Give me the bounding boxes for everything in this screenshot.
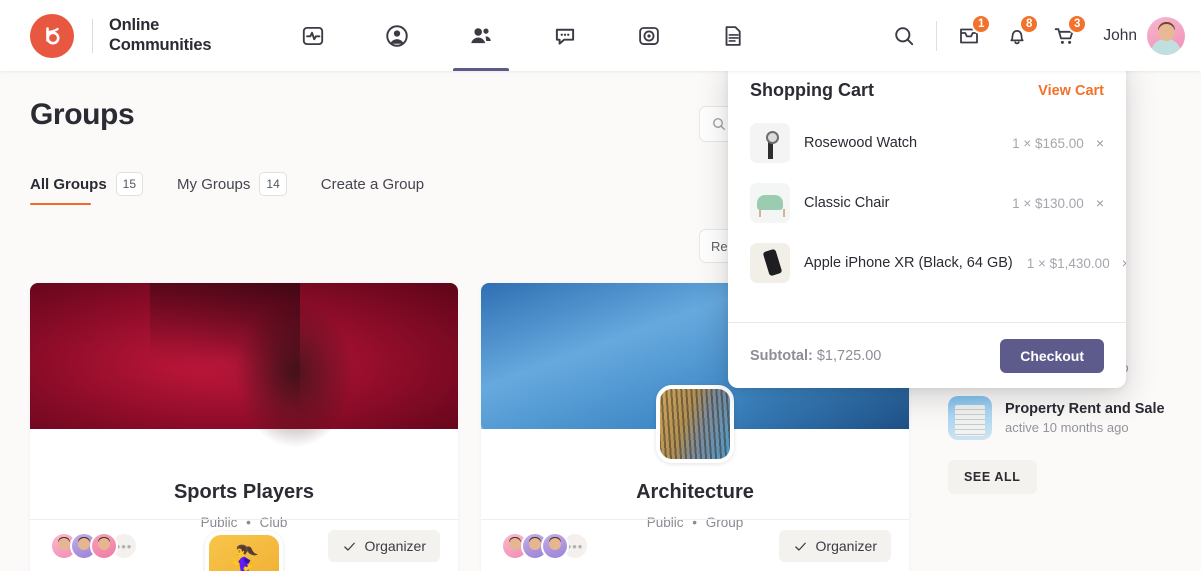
tab-create-a-group[interactable]: Create a Group: [321, 176, 424, 202]
cart-item[interactable]: Rosewood Watch 1 × $165.00 ×: [728, 113, 1126, 173]
organizer-button[interactable]: Organizer: [327, 530, 440, 562]
page-title: Groups: [30, 98, 135, 131]
cart-subtotal: Subtotal: $1,725.00: [750, 348, 881, 364]
brand-logo-icon: [30, 13, 74, 58]
cart-item[interactable]: Apple iPhone XR (Black, 64 GB) 1 × $1,43…: [728, 233, 1126, 293]
cart-item-qty-price: 1 × $165.00: [1012, 135, 1084, 151]
cart-item-name: Classic Chair: [804, 195, 890, 211]
brand-title-line1: Online: [109, 16, 160, 35]
product-thumbnail: [750, 123, 790, 163]
tab-all-groups-count: 15: [115, 172, 144, 196]
tab-create-a-group-label: Create a Group: [320, 175, 425, 193]
user-circle-icon: [386, 24, 409, 47]
member-avatar: [90, 532, 118, 560]
cart-title: Shopping Cart: [750, 80, 874, 100]
member-avatar-stack[interactable]: •••: [50, 532, 138, 560]
group-card-footer: ••• Organizer: [30, 519, 458, 571]
member-avatar: [541, 532, 569, 560]
avatar-face: [1157, 23, 1175, 41]
cart-badge: 3: [1066, 13, 1088, 34]
cart-item-name: Apple iPhone XR (Black, 64 GB): [804, 255, 1013, 271]
nav-item-groups[interactable]: [439, 0, 523, 71]
product-thumbnail: [750, 243, 790, 283]
cart-item-name: Rosewood Watch: [804, 135, 918, 151]
tab-my-groups-count: 14: [259, 172, 287, 196]
remove-item-icon[interactable]: ×: [1122, 255, 1126, 271]
cart-item-qty-price: 1 × $1,430.00: [1026, 255, 1110, 271]
brand-title-line2: Communities: [109, 35, 212, 54]
group-cover-image: [30, 283, 458, 448]
see-all-button[interactable]: SEE ALL: [948, 460, 1037, 494]
brand-title: Online Communities: [109, 16, 212, 55]
member-avatar-stack[interactable]: •••: [501, 532, 589, 560]
sidebar-item-title: Property Rent and Sale: [1005, 401, 1165, 417]
group-card-footer: ••• Organizer: [481, 519, 909, 571]
sidebar-item-texts: Property Rent and Sale active 10 months …: [1005, 401, 1165, 435]
search-button[interactable]: [880, 12, 928, 60]
product-thumbnail: [750, 183, 790, 223]
nav-item-documents[interactable]: [691, 0, 775, 71]
cart-button[interactable]: 3: [1041, 12, 1089, 60]
organizer-label: Organizer: [364, 538, 426, 554]
tab-my-groups[interactable]: My Groups 14: [177, 172, 287, 205]
tab-my-groups-label: My Groups: [177, 175, 251, 193]
tab-all-groups[interactable]: All Groups 15: [30, 172, 144, 205]
inbox-badge: 1: [970, 13, 992, 34]
cart-subtotal-value: $1,725.00: [816, 347, 882, 364]
checkout-button[interactable]: Checkout: [1000, 338, 1104, 373]
cart-item-qty-price: 1 × $130.00: [1012, 195, 1084, 211]
chat-bubble-icon: [556, 28, 575, 45]
search-icon: [713, 118, 725, 130]
group-tabs: All Groups 15 My Groups 14 Create a Grou…: [30, 172, 458, 205]
cart-item-right: 1 × $130.00 ×: [1012, 195, 1104, 211]
sidebar-item-property-rent-and-sale[interactable]: Property Rent and Sale active 10 months …: [932, 388, 1201, 448]
app-header: Online Communities 1 8 3 John: [0, 0, 1201, 71]
tab-active-underline: [30, 202, 92, 205]
primary-nav: [271, 0, 775, 71]
remove-item-icon[interactable]: ×: [1096, 135, 1104, 151]
view-cart-link[interactable]: View Cart: [1038, 83, 1104, 99]
header-actions: 1 8 3 John: [880, 12, 1201, 60]
nav-item-media[interactable]: [607, 0, 691, 71]
camera-icon: [639, 26, 660, 45]
organizer-label: Organizer: [815, 538, 877, 554]
group-thumbnail: [948, 396, 992, 440]
cart-item-right: 1 × $165.00 ×: [1012, 135, 1104, 151]
brand[interactable]: Online Communities: [0, 13, 212, 58]
nav-item-messages[interactable]: [523, 0, 607, 71]
search-icon: [895, 26, 914, 45]
people-icon: [471, 27, 492, 43]
group-avatar: [656, 385, 734, 463]
nav-item-members[interactable]: [355, 0, 439, 71]
brand-divider: [92, 18, 93, 53]
tab-all-groups-label: All Groups: [30, 175, 107, 193]
group-title: Sports Players: [173, 481, 315, 503]
nav-active-indicator: [453, 68, 510, 71]
nav-item-activity[interactable]: [271, 0, 355, 71]
check-icon: [794, 542, 806, 551]
cart-item[interactable]: Classic Chair 1 × $130.00 ×: [728, 173, 1126, 233]
user-name: John: [1103, 26, 1137, 44]
logo-glyph-icon: [46, 26, 60, 44]
cart-subtotal-label: Subtotal:: [750, 347, 813, 364]
cart-footer: Subtotal: $1,725.00 Checkout: [728, 322, 1126, 388]
app-root: Online Communities 1 8 3 John Groups All…: [0, 0, 1201, 571]
sidebar-item-subtitle: active 10 months ago: [1005, 420, 1129, 435]
organizer-button[interactable]: Organizer: [778, 530, 891, 562]
cart-item-list: Rosewood Watch 1 × $165.00 × Classic Cha…: [728, 113, 1126, 293]
avatar-body: [1151, 38, 1181, 55]
activity-icon: [303, 26, 324, 45]
remove-item-icon[interactable]: ×: [1096, 195, 1104, 211]
check-icon: [343, 542, 355, 551]
group-card[interactable]: 🏃‍♀️ Sports Players Public • Club ••• Or…: [30, 283, 458, 571]
avatar[interactable]: [1147, 16, 1185, 55]
notifications-badge: 8: [1018, 13, 1040, 34]
cart-item-right: 1 × $1,430.00 ×: [1027, 255, 1126, 271]
header-divider: [936, 20, 938, 51]
group-title: Architecture: [636, 481, 754, 503]
notifications-button[interactable]: 8: [993, 12, 1041, 60]
inbox-button[interactable]: 1: [945, 12, 993, 60]
shopping-cart-popup: Shopping Cart View Cart Rosewood Watch 1…: [728, 58, 1126, 388]
document-icon: [725, 25, 741, 46]
